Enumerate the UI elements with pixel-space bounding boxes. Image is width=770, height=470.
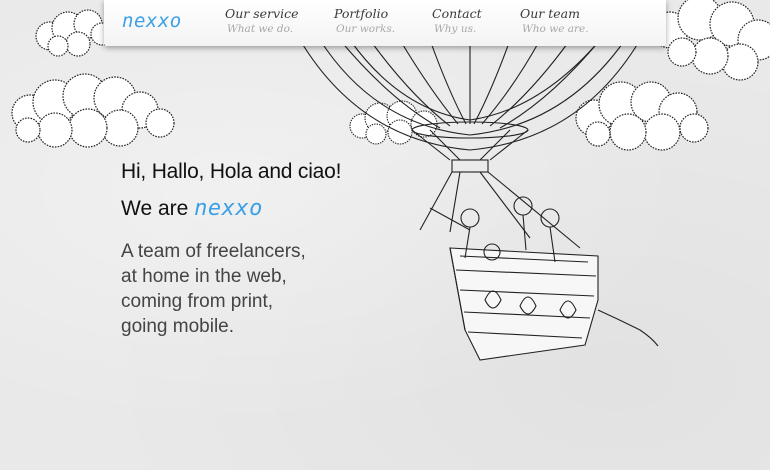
nav-item-subtitle: What we do. [227,23,294,35]
description-line: A team of freelancers, [121,241,306,262]
nav-item-title: Contact [432,6,482,21]
description-line: going mobile. [121,316,235,337]
nav-item-title: Our team [520,6,580,21]
nav-item-title: Our service [225,6,299,21]
hero-section: Hi, Hallo, Hola and ciao! We are nexxo A… [121,160,341,339]
nav-item-our-team[interactable]: Our team Who we are. [520,6,589,36]
navigation-bar: nexxo Our service What we do. Portfolio … [104,0,666,46]
hero-greeting: Hi, Hallo, Hola and ciao! [121,160,342,183]
cloud-left-icon [11,73,175,148]
description-line: coming from print, [121,291,274,312]
nav-item-contact[interactable]: Contact Why us. [432,6,482,36]
nav-item-our-service[interactable]: Our service What we do. [225,6,299,36]
nav-item-title: Portfolio [334,6,389,21]
hero-description: A team of freelancers, at home in the we… [121,239,341,339]
description-line: at home in the web, [121,266,287,287]
nav-item-subtitle: Why us. [434,23,477,35]
nav-item-subtitle: Who we are. [522,23,589,35]
hero-we-are: We are nexxo [121,196,341,221]
brand-name: nexxo [194,196,263,221]
nav-item-subtitle: Our works. [336,23,396,35]
we-are-text: We are [121,197,195,220]
nav-item-portfolio[interactable]: Portfolio Our works. [334,6,395,36]
logo[interactable]: nexxo [122,10,182,32]
